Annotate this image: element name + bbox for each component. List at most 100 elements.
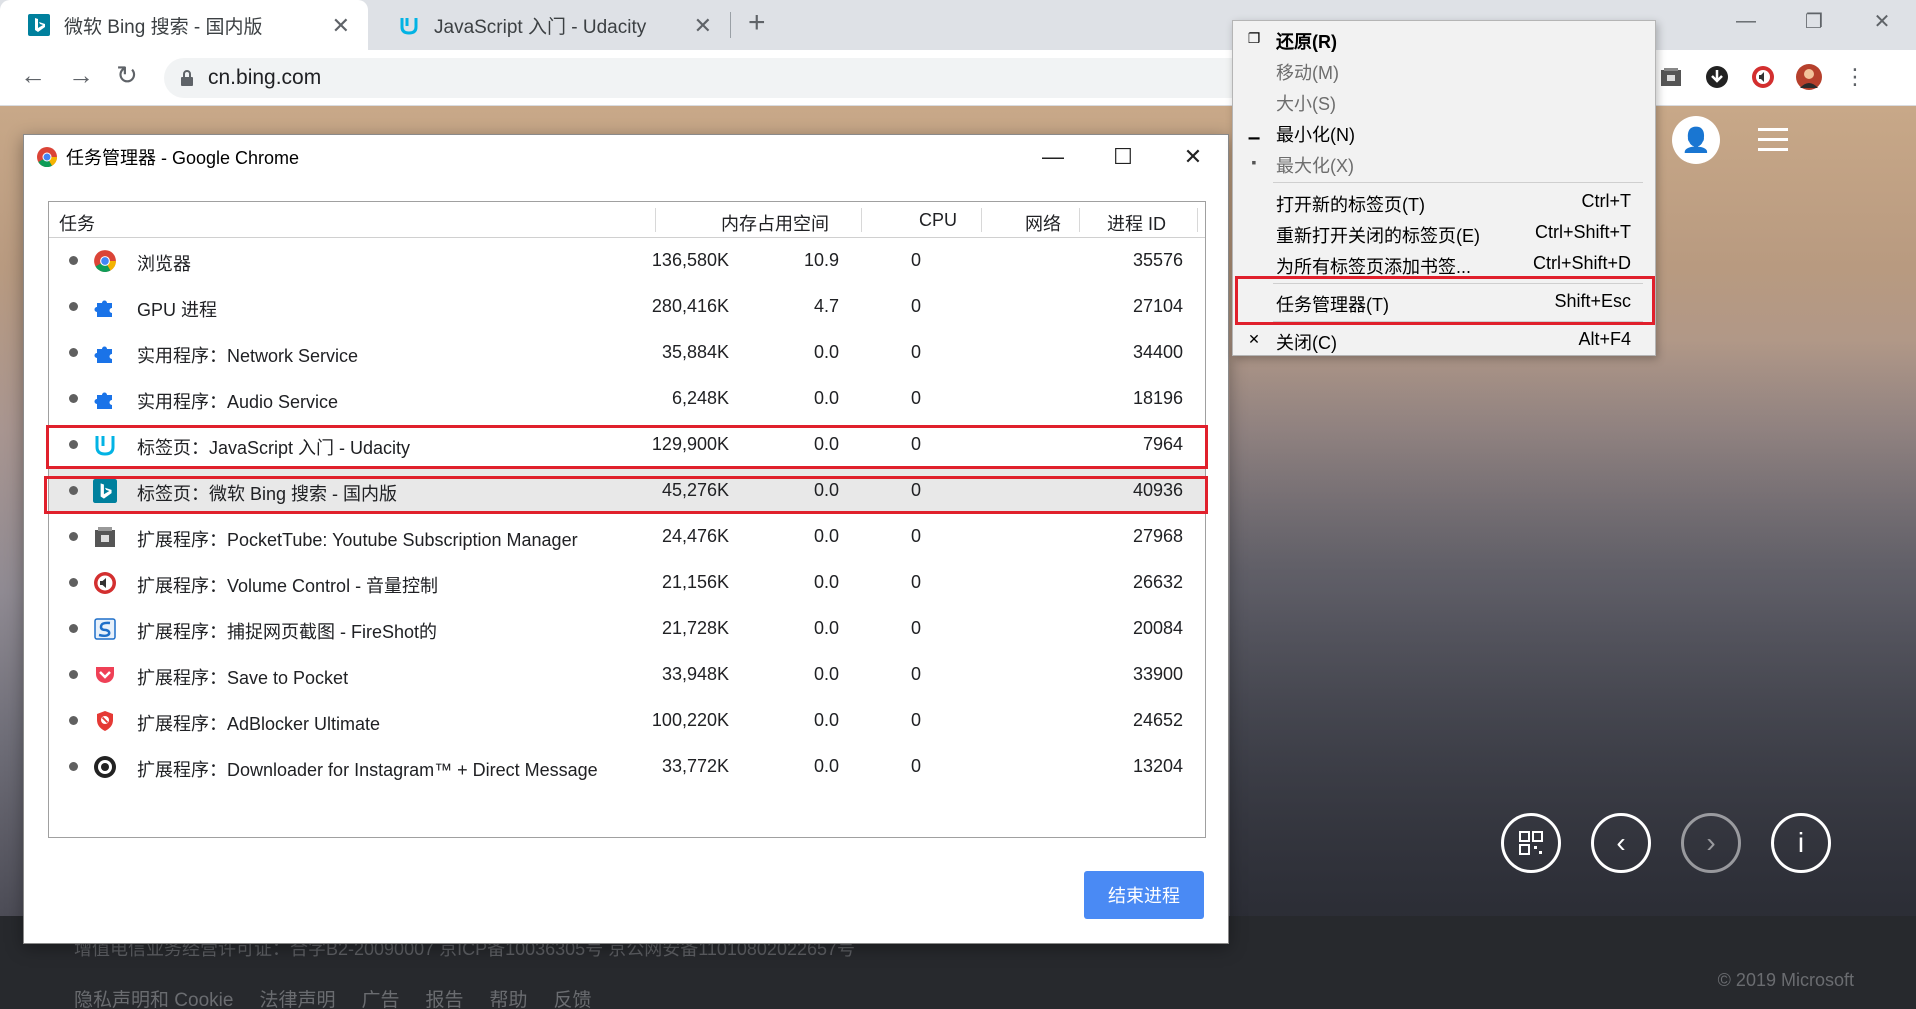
column-divider	[981, 208, 982, 232]
column-network[interactable]: 网络	[1025, 210, 1061, 236]
menu-item-close[interactable]: ✕ 关闭(C) Alt+F4	[1233, 325, 1655, 355]
puzzle-icon	[94, 346, 112, 363]
highlight-box-bing-row	[44, 476, 1208, 514]
footer-link-help[interactable]: 帮助	[489, 985, 527, 1009]
puzzle-icon	[94, 300, 112, 317]
task-manager-titlebar[interactable]: 任务管理器 - Google Chrome — ☐ ✕	[24, 135, 1228, 179]
table-row[interactable]: 扩展程序：Save to Pocket 33,948K 0.0 0 33900	[49, 652, 1205, 698]
table-header: 任务 内存占用空间 CPU 网络 进程 ID	[49, 202, 1205, 238]
new-tab-icon[interactable]: +	[748, 6, 766, 40]
end-process-button[interactable]: 结束进程	[1084, 871, 1204, 919]
cpu-value: 0.0	[813, 388, 839, 408]
table-row[interactable]: 扩展程序：Volume Control - 音量控制 21,156K 0.0 0…	[49, 560, 1205, 606]
hamburger-menu-icon[interactable]	[1758, 128, 1788, 158]
more-menu-icon[interactable]: ⋮	[1840, 62, 1870, 92]
pid-value: 33900	[1132, 664, 1183, 684]
user-icon[interactable]: 👤	[1672, 116, 1720, 164]
tab-title: 微软 Bing 搜索 - 国内版	[64, 16, 263, 38]
menu-item-minimize[interactable]: ▁ 最小化(N)	[1233, 117, 1655, 147]
row-bullet	[69, 394, 78, 403]
previous-image-icon[interactable]: ‹	[1591, 813, 1651, 873]
footer-link-report[interactable]: 报告	[425, 985, 463, 1009]
udacity-icon	[398, 14, 420, 36]
footer-link-privacy[interactable]: 隐私声明和 Cookie	[74, 985, 233, 1009]
close-icon[interactable]: ✕	[1158, 135, 1228, 179]
pid-value: 24652	[1132, 710, 1183, 730]
column-divider	[861, 208, 862, 232]
download-icon[interactable]	[1702, 62, 1732, 92]
network-value: 0	[910, 572, 921, 592]
column-cpu[interactable]: CPU	[919, 210, 957, 231]
puzzle-icon	[94, 392, 112, 409]
row-bullet	[69, 578, 78, 587]
menu-item-new-tab[interactable]: 打开新的标签页(T) Ctrl+T	[1233, 187, 1655, 217]
cpu-value: 0.0	[813, 710, 839, 730]
pid-value: 34400	[1132, 342, 1183, 362]
menu-item-maximize[interactable]: ▪ 最大化(X)	[1233, 148, 1655, 178]
table-row[interactable]: 扩展程序：PocketTube: Youtube Subscription Ma…	[49, 514, 1205, 560]
bing-icon	[28, 14, 50, 36]
memory-value: 33,772K	[661, 756, 729, 776]
forward-icon[interactable]: →	[68, 60, 94, 91]
chrome-icon	[37, 147, 58, 168]
minimize-icon[interactable]: —	[1712, 0, 1780, 42]
column-pid[interactable]: 进程 ID	[1107, 210, 1166, 236]
menu-item-move[interactable]: 移动(M)	[1233, 55, 1655, 85]
row-bullet	[69, 762, 78, 771]
network-value: 0	[910, 710, 921, 730]
instagram-downloader-icon	[94, 756, 116, 778]
menu-item-reopen-tab[interactable]: 重新打开关闭的标签页(E) Ctrl+Shift+T	[1233, 218, 1655, 248]
next-image-icon[interactable]: ›	[1681, 813, 1741, 873]
close-window-icon[interactable]: ✕	[1848, 0, 1916, 42]
system-context-menu: ❐ 还原(R) 移动(M) 大小(S) ▁ 最小化(N) ▪ 最大化(X) 打开…	[1232, 20, 1656, 356]
table-row[interactable]: 实用程序：Audio Service 6,248K 0.0 0 18196	[49, 376, 1205, 422]
footer-link-feedback[interactable]: 反馈	[554, 985, 592, 1009]
footer-links: 隐私声明和 Cookie 法律声明 广告 报告 帮助 反馈	[74, 985, 592, 1009]
qr-code-icon[interactable]	[1501, 813, 1561, 873]
menu-item-restore[interactable]: ❐ 还原(R)	[1233, 24, 1655, 54]
pockettube-icon	[95, 527, 115, 547]
column-memory[interactable]: 内存占用空间	[721, 210, 829, 236]
menu-item-bookmark-all[interactable]: 为所有标签页添加书签... Ctrl+Shift+D	[1233, 249, 1655, 279]
footer-link-ads[interactable]: 广告	[361, 985, 399, 1009]
table-row[interactable]: 浏览器 136,580K 10.9 0 35576	[49, 238, 1205, 284]
menu-item-size[interactable]: 大小(S)	[1233, 86, 1655, 116]
cpu-value: 0.0	[813, 526, 839, 546]
pockettube-icon[interactable]	[1656, 62, 1686, 92]
avatar[interactable]	[1794, 62, 1824, 92]
tab-title: JavaScript 入门 - Udacity	[434, 16, 647, 38]
table-row[interactable]: GPU 进程 280,416K 4.7 0 27104	[49, 284, 1205, 330]
memory-value: 136,580K	[651, 250, 729, 270]
network-value: 0	[910, 756, 921, 776]
footer-link-legal[interactable]: 法律声明	[259, 985, 335, 1009]
tab-bing[interactable]: 微软 Bing 搜索 - 国内版 ✕	[0, 0, 368, 50]
volume-icon[interactable]	[1748, 62, 1778, 92]
table-row[interactable]: 扩展程序：捕捉网页截图 - FireShot的 21,728K 0.0 0 20…	[49, 606, 1205, 652]
column-task[interactable]: 任务	[59, 210, 95, 236]
close-icon[interactable]: ✕	[332, 13, 350, 39]
cpu-value: 10.9	[803, 250, 839, 270]
network-value: 0	[910, 250, 921, 270]
minimize-icon[interactable]: —	[1018, 135, 1088, 179]
restore-icon[interactable]: ❐	[1780, 0, 1848, 42]
fireshot-icon	[94, 618, 116, 640]
row-bullet	[69, 302, 78, 311]
tab-udacity[interactable]: JavaScript 入门 - Udacity ✕	[370, 0, 730, 50]
reload-icon[interactable]: ↻	[116, 60, 138, 91]
menu-item-label: 还原(R)	[1276, 32, 1337, 52]
close-icon[interactable]: ✕	[694, 13, 712, 39]
table-row[interactable]: 实用程序：Network Service 35,884K 0.0 0 34400	[49, 330, 1205, 376]
maximize-icon[interactable]: ☐	[1088, 135, 1158, 179]
back-icon[interactable]: ←	[20, 60, 46, 91]
address-url: cn.bing.com	[208, 66, 322, 89]
cpu-value: 0.0	[813, 572, 839, 592]
tab-separator	[730, 12, 731, 38]
pocket-icon	[96, 667, 114, 683]
info-icon[interactable]: i	[1771, 813, 1831, 873]
task-manager-title: 任务管理器 - Google Chrome	[66, 148, 300, 168]
table-row[interactable]: 扩展程序：AdBlocker Ultimate 100,220K 0.0 0 2…	[49, 698, 1205, 744]
address-bar[interactable]: cn.bing.com	[164, 58, 1364, 98]
adblocker-icon	[97, 711, 113, 731]
pid-value: 13204	[1132, 756, 1183, 776]
table-row[interactable]: 扩展程序：Downloader for Instagram™ + Direct …	[49, 744, 1205, 790]
